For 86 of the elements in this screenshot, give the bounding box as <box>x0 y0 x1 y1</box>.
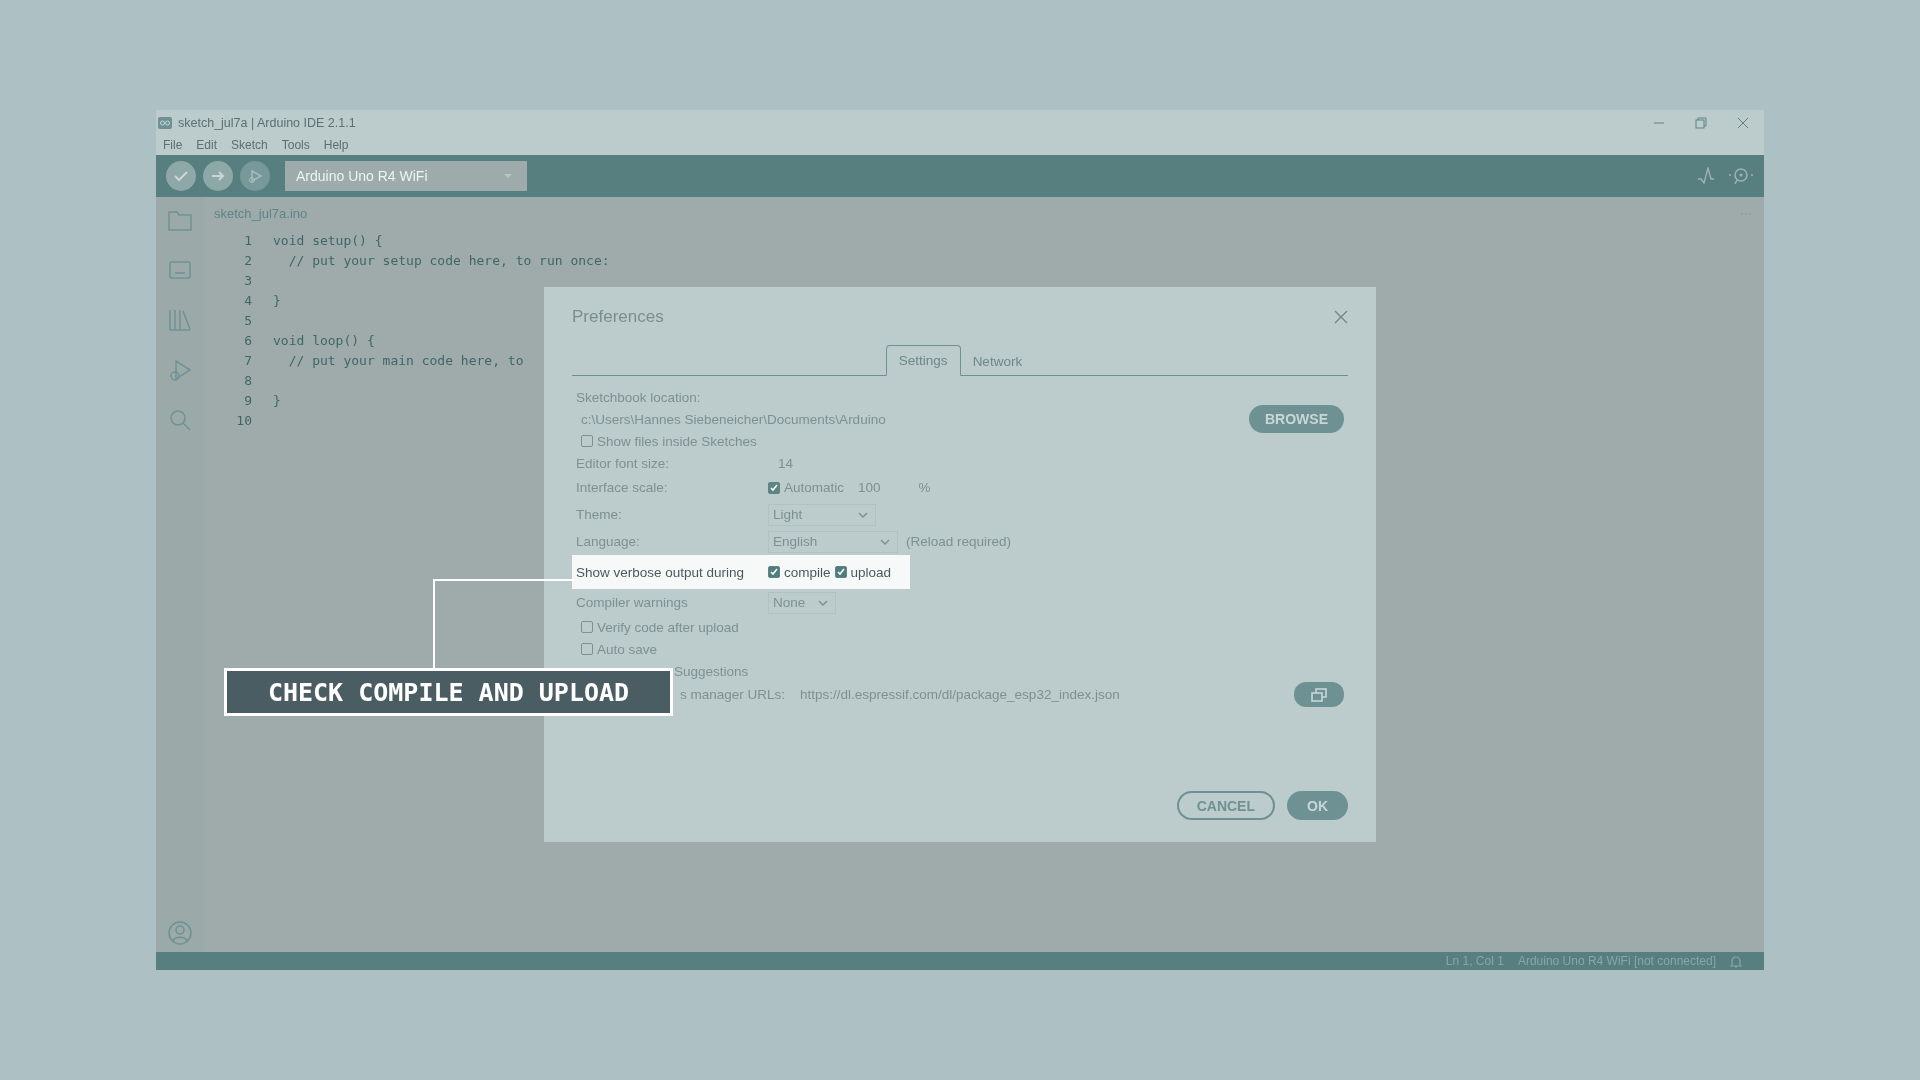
dialog-title: Preferences <box>572 307 664 327</box>
code-line: } <box>273 392 281 408</box>
checkbox-label: Auto save <box>597 641 658 657</box>
scale-value: 100 <box>858 480 881 495</box>
chevron-icon <box>857 509 869 520</box>
line-number: 7 <box>243 352 253 368</box>
code-line: // put your main code here, to <box>287 352 524 368</box>
note-text: (Reload required) <box>906 534 1012 549</box>
ok-button[interactable]: OK <box>1287 791 1348 820</box>
line-number: 3 <box>243 272 253 288</box>
checkbox-label: compile <box>784 564 831 580</box>
dropdown[interactable]: English <box>768 530 898 553</box>
menu-item[interactable]: Edit <box>196 138 218 152</box>
close-icon <box>1737 116 1749 129</box>
debug-button[interactable] <box>240 161 270 191</box>
checkbox[interactable] <box>581 621 593 633</box>
windows-icon <box>1311 687 1327 702</box>
checkbox[interactable] <box>768 481 780 494</box>
play-bug-icon <box>247 168 263 184</box>
code-line: void loop() { <box>273 332 375 348</box>
cancel-button[interactable]: CANCEL <box>1176 791 1275 820</box>
board-selector[interactable]: Arduino Uno R4 WiFi <box>285 161 527 191</box>
board-name: Arduino Uno R4 WiFi <box>296 168 428 184</box>
dropdown[interactable]: None <box>768 591 836 614</box>
checkbox-label: Automatic <box>784 480 845 495</box>
serial-plotter-icon[interactable] <box>1698 167 1714 185</box>
line-number: 10 <box>235 412 253 428</box>
dropdown-value: English <box>773 534 818 549</box>
checkbox[interactable] <box>834 566 847 578</box>
verify-button[interactable] <box>166 161 196 191</box>
field-label: Show verbose output during <box>576 564 746 580</box>
dropdown[interactable]: Light <box>768 503 876 526</box>
unit-label: % <box>918 480 931 495</box>
field-label: Sketchbook location: <box>576 389 701 405</box>
code-line: void setup() { <box>273 232 383 248</box>
code-line: } <box>273 292 281 308</box>
checkbox-label: Suggestions <box>674 663 749 679</box>
dropdown-caret-icon <box>503 173 513 179</box>
path-text: c:\Users\Hannes Siebeneicher\Documents\Arduino <box>580 411 887 427</box>
menu-item[interactable]: Sketch <box>231 138 268 152</box>
tab[interactable]: Network <box>960 347 1035 376</box>
upload-button[interactable] <box>203 161 233 191</box>
line-number: 8 <box>243 372 253 388</box>
callout-label: CHECK COMPILE AND UPLOAD <box>224 668 673 716</box>
checkbox-label: Verify code after upload <box>597 619 739 635</box>
field-label: Theme: <box>576 507 623 522</box>
field-label: Interface scale: <box>576 480 669 495</box>
search-icon[interactable] <box>167 407 193 433</box>
chevron-icon <box>879 536 891 547</box>
field-label: Editor font size: <box>576 455 671 471</box>
debug-icon[interactable] <box>167 357 193 383</box>
menu-item[interactable]: File <box>163 138 183 152</box>
browse-button[interactable]: BROWSE <box>1249 405 1344 433</box>
line-number: 4 <box>243 292 253 308</box>
checkbox-label: upload <box>850 564 892 580</box>
field-label: Compiler warnings <box>576 595 689 610</box>
restore-icon <box>1695 116 1707 129</box>
file-tab[interactable]: sketch_jul7a.ino <box>214 206 308 221</box>
url-text: https://dl.espressif.com/dl/package_esp32_index.json <box>800 687 1121 702</box>
line-number: 6 <box>243 332 253 348</box>
line-number: 2 <box>243 252 253 268</box>
menu-item[interactable]: Help <box>323 138 349 152</box>
serial-monitor-icon[interactable] <box>1728 167 1754 185</box>
dropdown-value: None <box>773 595 806 610</box>
checkbox[interactable] <box>768 566 780 578</box>
checkbox[interactable] <box>581 435 593 447</box>
checkbox-label: Show files inside Sketches <box>597 433 757 449</box>
account-icon[interactable] <box>167 920 193 946</box>
field-label: Language: <box>576 534 641 549</box>
field-value: 14 <box>778 455 794 471</box>
library-icon[interactable] <box>167 307 193 333</box>
checkmark-icon <box>173 168 189 184</box>
code-line: // put your setup code here, to run once: <box>287 252 610 268</box>
notification-bell-icon[interactable] <box>1730 954 1742 968</box>
line-number: 9 <box>243 392 253 408</box>
chevron-icon <box>817 597 829 608</box>
dropdown-value: Light <box>773 507 803 522</box>
app-logo-icon <box>158 116 172 129</box>
line-number: 1 <box>243 232 253 248</box>
window-title: sketch_jul7a | Arduino IDE 2.1.1 <box>178 115 356 130</box>
menu-item[interactable]: Tools <box>281 138 310 152</box>
open-window-button[interactable] <box>1294 682 1344 707</box>
line-number: 5 <box>243 312 253 328</box>
close-icon[interactable] <box>1334 310 1348 324</box>
tab[interactable]: Settings <box>885 345 961 376</box>
checkbox[interactable] <box>581 643 593 655</box>
